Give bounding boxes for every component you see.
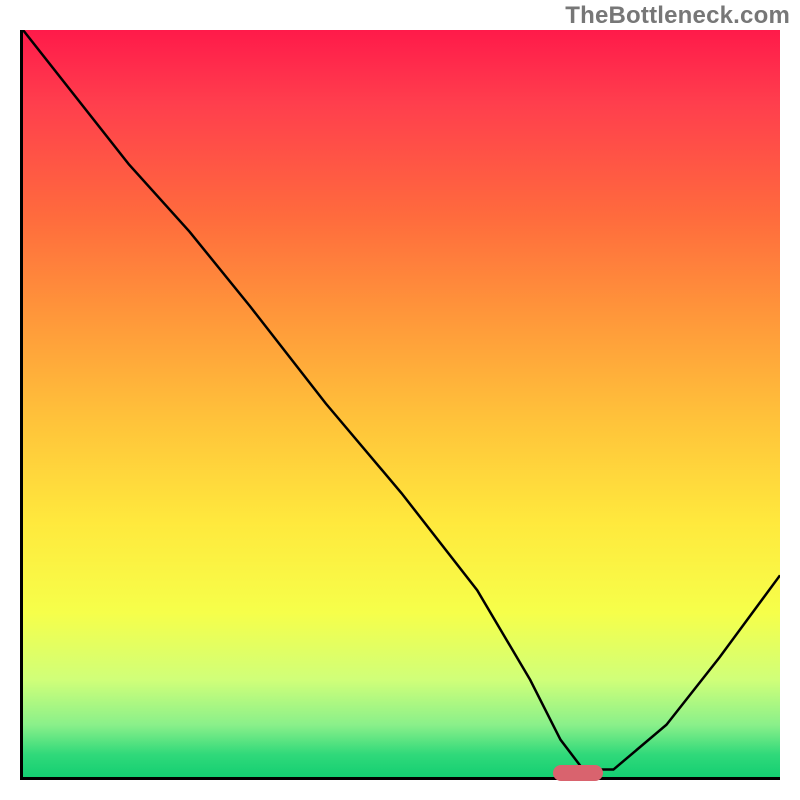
plot-area xyxy=(20,30,780,780)
curve-path xyxy=(23,30,780,770)
chart-container: TheBottleneck.com xyxy=(0,0,800,800)
optimal-range-marker xyxy=(553,765,603,781)
watermark-text: TheBottleneck.com xyxy=(565,2,790,30)
bottleneck-curve xyxy=(23,30,780,777)
